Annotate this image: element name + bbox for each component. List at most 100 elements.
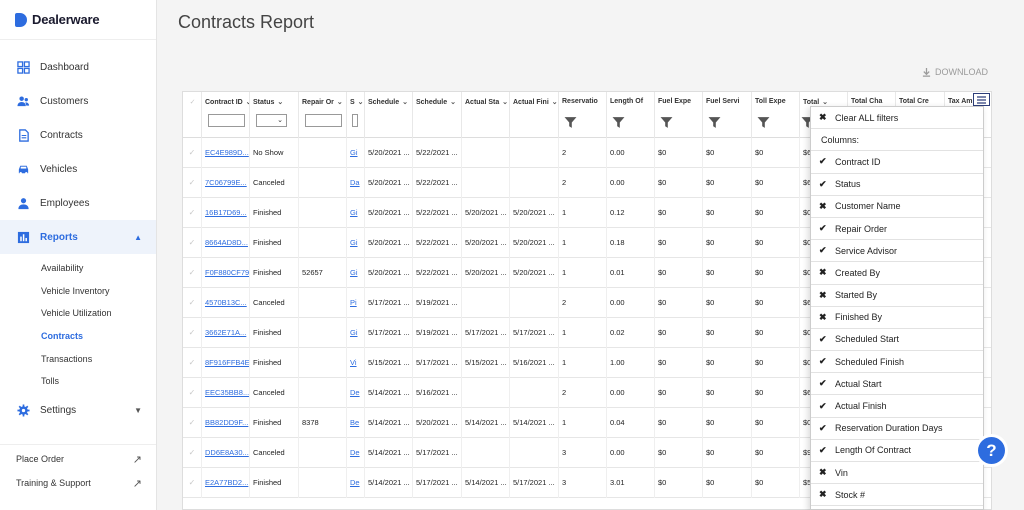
service-advisor-link[interactable]: De	[347, 468, 365, 498]
nav-item-settings[interactable]: Settings ▼	[0, 394, 156, 428]
subnav-item-tolls[interactable]: Tolls	[0, 370, 156, 393]
row-checkbox[interactable]: ✓	[183, 408, 202, 438]
nav-item-customers[interactable]: Customers	[0, 84, 156, 118]
column-toggle-actual-start[interactable]: ✔ Actual Start	[811, 373, 983, 396]
download-button[interactable]: DOWNLOAD	[922, 67, 988, 77]
column-header[interactable]: Schedule ⌄	[413, 92, 462, 138]
column-header[interactable]: Toll Expe	[752, 92, 800, 138]
sort-icon[interactable]: ⌄	[356, 99, 364, 106]
sort-icon[interactable]: ⌄	[448, 99, 456, 106]
column-toggle-vin[interactable]: ✖ Vin	[811, 462, 983, 485]
service-advisor-link[interactable]: Gi	[347, 138, 365, 168]
contract-id-link[interactable]: 8F916FFB4E	[202, 348, 250, 378]
service-advisor-link[interactable]: Pi	[347, 288, 365, 318]
row-checkbox[interactable]: ✓	[183, 288, 202, 318]
column-header[interactable]: Actual Fini ⌄	[510, 92, 559, 138]
service-advisor-link[interactable]: Gi	[347, 198, 365, 228]
chevron-down-icon[interactable]: ⌄	[275, 99, 283, 106]
column-toggle-started-by[interactable]: ✖ Started By	[811, 285, 983, 307]
service-advisor-link[interactable]: Be	[347, 408, 365, 438]
column-toggle-finished-by[interactable]: ✖ Finished By	[811, 307, 983, 329]
sort-icon[interactable]: ⌄	[550, 99, 558, 106]
service-advisor-link[interactable]: Gi	[347, 228, 365, 258]
filter-funnel-icon[interactable]	[708, 116, 721, 129]
sort-icon[interactable]: ⌄	[400, 99, 408, 106]
column-toggle-contract-id[interactable]: ✔ Contract ID	[811, 151, 983, 174]
row-checkbox[interactable]: ✓	[183, 318, 202, 348]
clear-all-filters-item[interactable]: ✖ Clear ALL filters	[811, 107, 983, 130]
column-toggle-customer-name[interactable]: ✖ Customer Name	[811, 196, 983, 218]
column-toggle-stock[interactable]: ✖ Stock #	[811, 484, 983, 507]
row-checkbox[interactable]: ✓	[183, 378, 202, 408]
service-advisor-link[interactable]: Vi	[347, 348, 365, 378]
subnav-item-transactions[interactable]: Transactions	[0, 347, 156, 370]
service-advisor-link[interactable]: Da	[347, 168, 365, 198]
contract-id-link[interactable]: EEC35BB8...	[202, 378, 250, 408]
column-header[interactable]: Reservatio	[559, 92, 607, 138]
service-advisor-filter-input[interactable]	[352, 114, 358, 127]
contract-id-link[interactable]: EC4E989D...	[202, 138, 250, 168]
service-advisor-link[interactable]: De	[347, 438, 365, 468]
contract-id-link[interactable]: 8664AD8D...	[202, 228, 250, 258]
contract-id-link[interactable]: 3662E71A...	[202, 318, 250, 348]
row-checkbox[interactable]: ✓	[183, 348, 202, 378]
subnav-item-vehicle-utilization[interactable]: Vehicle Utilization	[0, 302, 156, 325]
contract-id-link[interactable]: DD6E8A30...	[202, 438, 250, 468]
row-checkbox[interactable]: ✓	[183, 468, 202, 498]
column-toggle-scheduled-start[interactable]: ✔ Scheduled Start	[811, 329, 983, 352]
repair-order-filter-input[interactable]	[305, 114, 342, 127]
row-checkbox[interactable]: ✓	[183, 138, 202, 168]
contract-id-link[interactable]: 7C06799E...	[202, 168, 250, 198]
status-filter-select[interactable]: ⌄	[256, 114, 287, 127]
column-toggle-repair-order[interactable]: ✔ Repair Order	[811, 218, 983, 241]
nav-item-vehicles[interactable]: Vehicles	[0, 152, 156, 186]
subnav-item-contracts[interactable]: Contracts	[0, 325, 156, 348]
column-header[interactable]: Fuel Expe	[655, 92, 703, 138]
chevron-down-icon[interactable]: ⌄	[820, 99, 828, 106]
filter-funnel-icon[interactable]	[660, 116, 673, 129]
column-menu-button[interactable]	[973, 93, 990, 106]
contract-id-link[interactable]: BB82DD9F...	[202, 408, 250, 438]
row-checkbox[interactable]: ✓	[183, 228, 202, 258]
sort-icon[interactable]: ⌄	[500, 99, 508, 106]
column-toggle-status[interactable]: ✔ Status	[811, 174, 983, 196]
column-toggle-actual-finish[interactable]: ✔ Actual Finish	[811, 395, 983, 418]
column-header[interactable]: Schedule ⌄	[365, 92, 413, 138]
contract-id-link[interactable]: 4570B13C...	[202, 288, 250, 318]
row-checkbox[interactable]: ✓	[183, 258, 202, 288]
filter-funnel-icon[interactable]	[757, 116, 770, 129]
brand[interactable]: Dealerware	[0, 0, 156, 40]
service-advisor-link[interactable]: De	[347, 378, 365, 408]
column-toggle-scheduled-finish[interactable]: ✔ Scheduled Finish	[811, 351, 983, 374]
column-toggle-created-by[interactable]: ✖ Created By	[811, 262, 983, 285]
column-toggle-reservation-duration-days[interactable]: ✔ Reservation Duration Days	[811, 418, 983, 440]
help-button[interactable]: ?	[978, 437, 1005, 464]
contract-id-link[interactable]: F0F880CF79	[202, 258, 250, 288]
select-all-checkbox[interactable]: ✓	[183, 92, 202, 138]
service-advisor-link[interactable]: Gi	[347, 318, 365, 348]
column-header[interactable]: Fuel Servi	[703, 92, 752, 138]
column-toggle-length-of-contract[interactable]: ✔ Length Of Contract	[811, 440, 983, 462]
subnav-item-vehicle-inventory[interactable]: Vehicle Inventory	[0, 280, 156, 303]
nav-item-reports[interactable]: Reports ▲	[0, 220, 156, 254]
row-checkbox[interactable]: ✓	[183, 438, 202, 468]
contract-id-link[interactable]: 16B17D69...	[202, 198, 250, 228]
link-training-support[interactable]: Training & Support ↗	[0, 471, 156, 495]
column-header[interactable]: Actual Sta ⌄	[462, 92, 510, 138]
row-checkbox[interactable]: ✓	[183, 198, 202, 228]
subnav-item-availability[interactable]: Availability	[0, 257, 156, 280]
row-checkbox[interactable]: ✓	[183, 168, 202, 198]
service-advisor-link[interactable]: Gi	[347, 258, 365, 288]
contract-id-filter-input[interactable]	[208, 114, 245, 127]
nav-item-contracts[interactable]: Contracts	[0, 118, 156, 152]
filter-funnel-icon[interactable]	[564, 116, 577, 129]
nav-item-dashboard[interactable]: Dashboard	[0, 50, 156, 84]
filter-funnel-icon[interactable]	[612, 116, 625, 129]
table-cell	[510, 168, 559, 198]
link-place-order[interactable]: Place Order ↗	[0, 447, 156, 471]
column-header[interactable]: Length Of	[607, 92, 655, 138]
sort-icon[interactable]: ⌄	[335, 99, 343, 106]
nav-item-employees[interactable]: Employees	[0, 186, 156, 220]
contract-id-link[interactable]: E2A77BD2...	[202, 468, 250, 498]
column-toggle-service-advisor[interactable]: ✔ Service Advisor	[811, 240, 983, 263]
